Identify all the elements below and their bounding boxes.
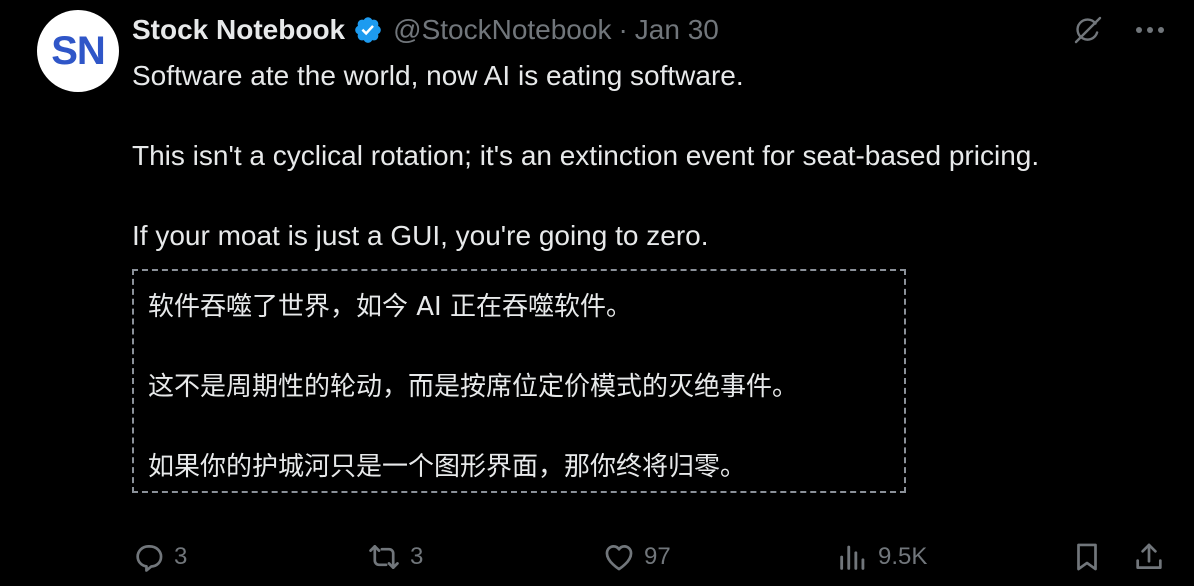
more-icon[interactable] [1132, 12, 1168, 48]
share-button[interactable] [1132, 535, 1166, 579]
reply-button[interactable]: 3 [132, 535, 187, 579]
avatar-initials: SN [51, 28, 106, 73]
tweet-paragraph: If your moat is just a GUI, you're going… [132, 220, 709, 251]
tweet-paragraph: This isn't a cyclical rotation; it's an … [132, 140, 1040, 171]
grok-icon[interactable] [1070, 12, 1106, 48]
verified-badge-icon[interactable] [353, 15, 383, 45]
bookmark-icon [1077, 543, 1097, 571]
translation-box: 软件吞噬了世界，如今 AI 正在吞噬软件。 这不是周期性的轮动，而是按席位定价模… [132, 269, 906, 493]
tweet-date[interactable]: Jan 30 [635, 14, 719, 46]
translation-paragraph: 如果你的护城河只是一个图形界面，那你终将归零。 [148, 452, 747, 482]
translation-paragraph: 软件吞噬了世界，如今 AI 正在吞噬软件。 [148, 292, 632, 322]
repost-icon [369, 545, 399, 569]
translation-paragraph: 这不是周期性的轮动，而是按席位定价模式的灭绝事件。 [148, 372, 799, 402]
views-button[interactable]: 9.5K [836, 535, 927, 579]
reply-icon [136, 545, 163, 572]
tweet-paragraph: Software ate the world, now AI is eating… [132, 60, 744, 91]
tweet-header: Stock Notebook @StockNotebook · Jan 30 [132, 10, 719, 50]
repost-count: 3 [410, 543, 424, 570]
like-count: 97 [644, 543, 671, 570]
separator-dot: · [618, 14, 628, 45]
like-button[interactable]: 97 [602, 535, 671, 579]
author-name[interactable]: Stock Notebook [132, 14, 345, 46]
views-count: 9.5K [878, 543, 928, 570]
views-icon [840, 545, 865, 570]
repost-button[interactable]: 3 [366, 535, 423, 579]
tweet-actions-bar: 3 3 97 9.5K [132, 535, 1172, 579]
tweet-top-actions [1070, 12, 1168, 48]
tweet-text: Software ate the world, now AI is eating… [132, 56, 1172, 296]
avatar[interactable]: SN [37, 10, 119, 92]
bookmark-button[interactable] [1070, 535, 1104, 579]
heart-icon [605, 545, 633, 571]
author-handle[interactable]: @StockNotebook [393, 14, 611, 46]
share-icon [1136, 543, 1162, 569]
reply-count: 3 [174, 543, 188, 570]
